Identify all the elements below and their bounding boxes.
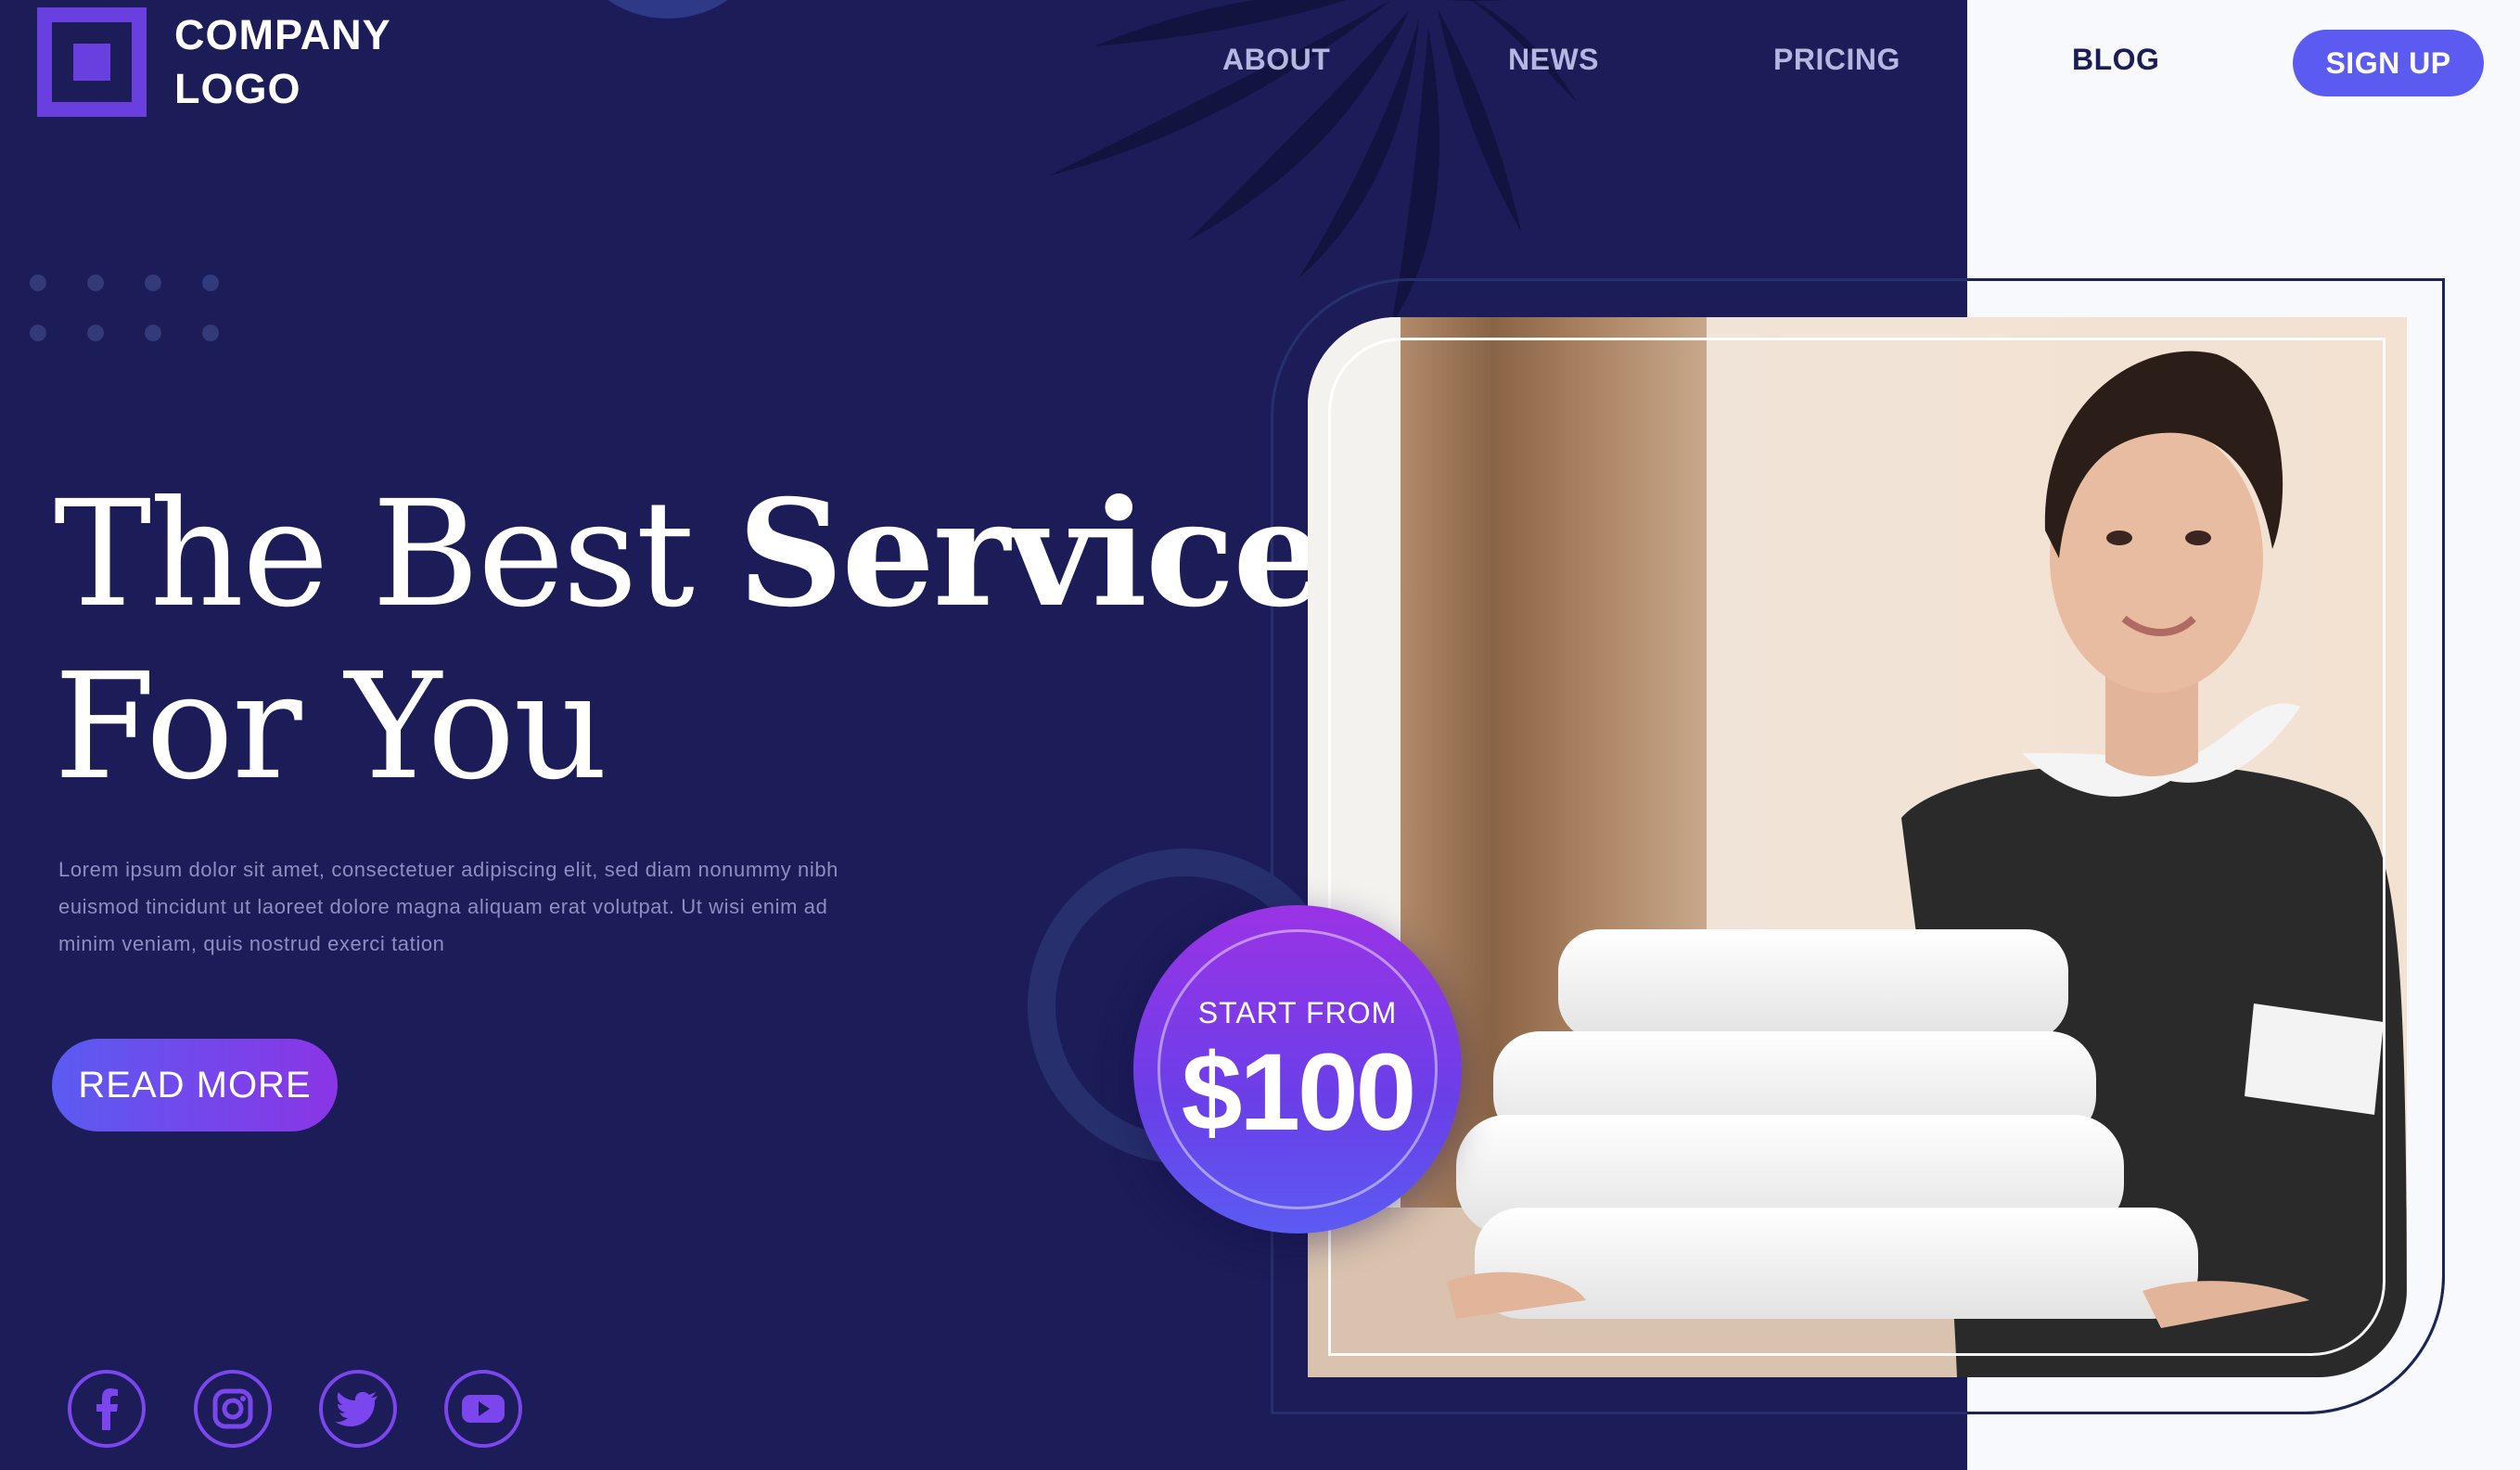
instagram-icon[interactable]	[193, 1369, 273, 1449]
twitter-icon[interactable]	[318, 1369, 398, 1449]
nav-pricing[interactable]: PRICING	[1773, 43, 1900, 77]
headline-line-1: The Best Service	[54, 468, 1326, 641]
headline-line-2: For You	[54, 642, 608, 812]
hero-body-text: Lorem ipsum dolor sit amet, consectetuer…	[58, 858, 838, 955]
price-caption: START FROM	[1197, 996, 1398, 1029]
read-more-button[interactable]: READ MORE	[52, 1039, 338, 1131]
decorative-circle	[575, 0, 761, 19]
logo-line-1: COMPANY	[174, 11, 391, 58]
logo-text: COMPANY LOGO	[174, 8, 391, 116]
youtube-icon[interactable]	[443, 1369, 523, 1449]
hero-headline: The Best Service For You	[54, 468, 1326, 813]
nav-about[interactable]: ABOUT	[1222, 43, 1330, 77]
price-badge: START FROM $100	[1133, 905, 1462, 1234]
headline-strong-text: Service	[737, 468, 1325, 640]
headline-light-text: The Best	[54, 469, 738, 640]
facebook-icon[interactable]	[67, 1369, 147, 1449]
nav-blog[interactable]: BLOG	[2072, 43, 2159, 77]
price-value: $100	[1181, 1031, 1417, 1154]
dot-grid-decoration	[28, 273, 232, 347]
company-logo[interactable]: COMPANY LOGO	[37, 7, 391, 117]
logo-mark-icon	[37, 7, 147, 117]
photo-inner-frame	[1328, 338, 2386, 1356]
sign-up-button[interactable]: SIGN UP	[2293, 30, 2484, 96]
logo-line-2: LOGO	[174, 65, 301, 112]
nav-news[interactable]: NEWS	[1508, 43, 1599, 77]
